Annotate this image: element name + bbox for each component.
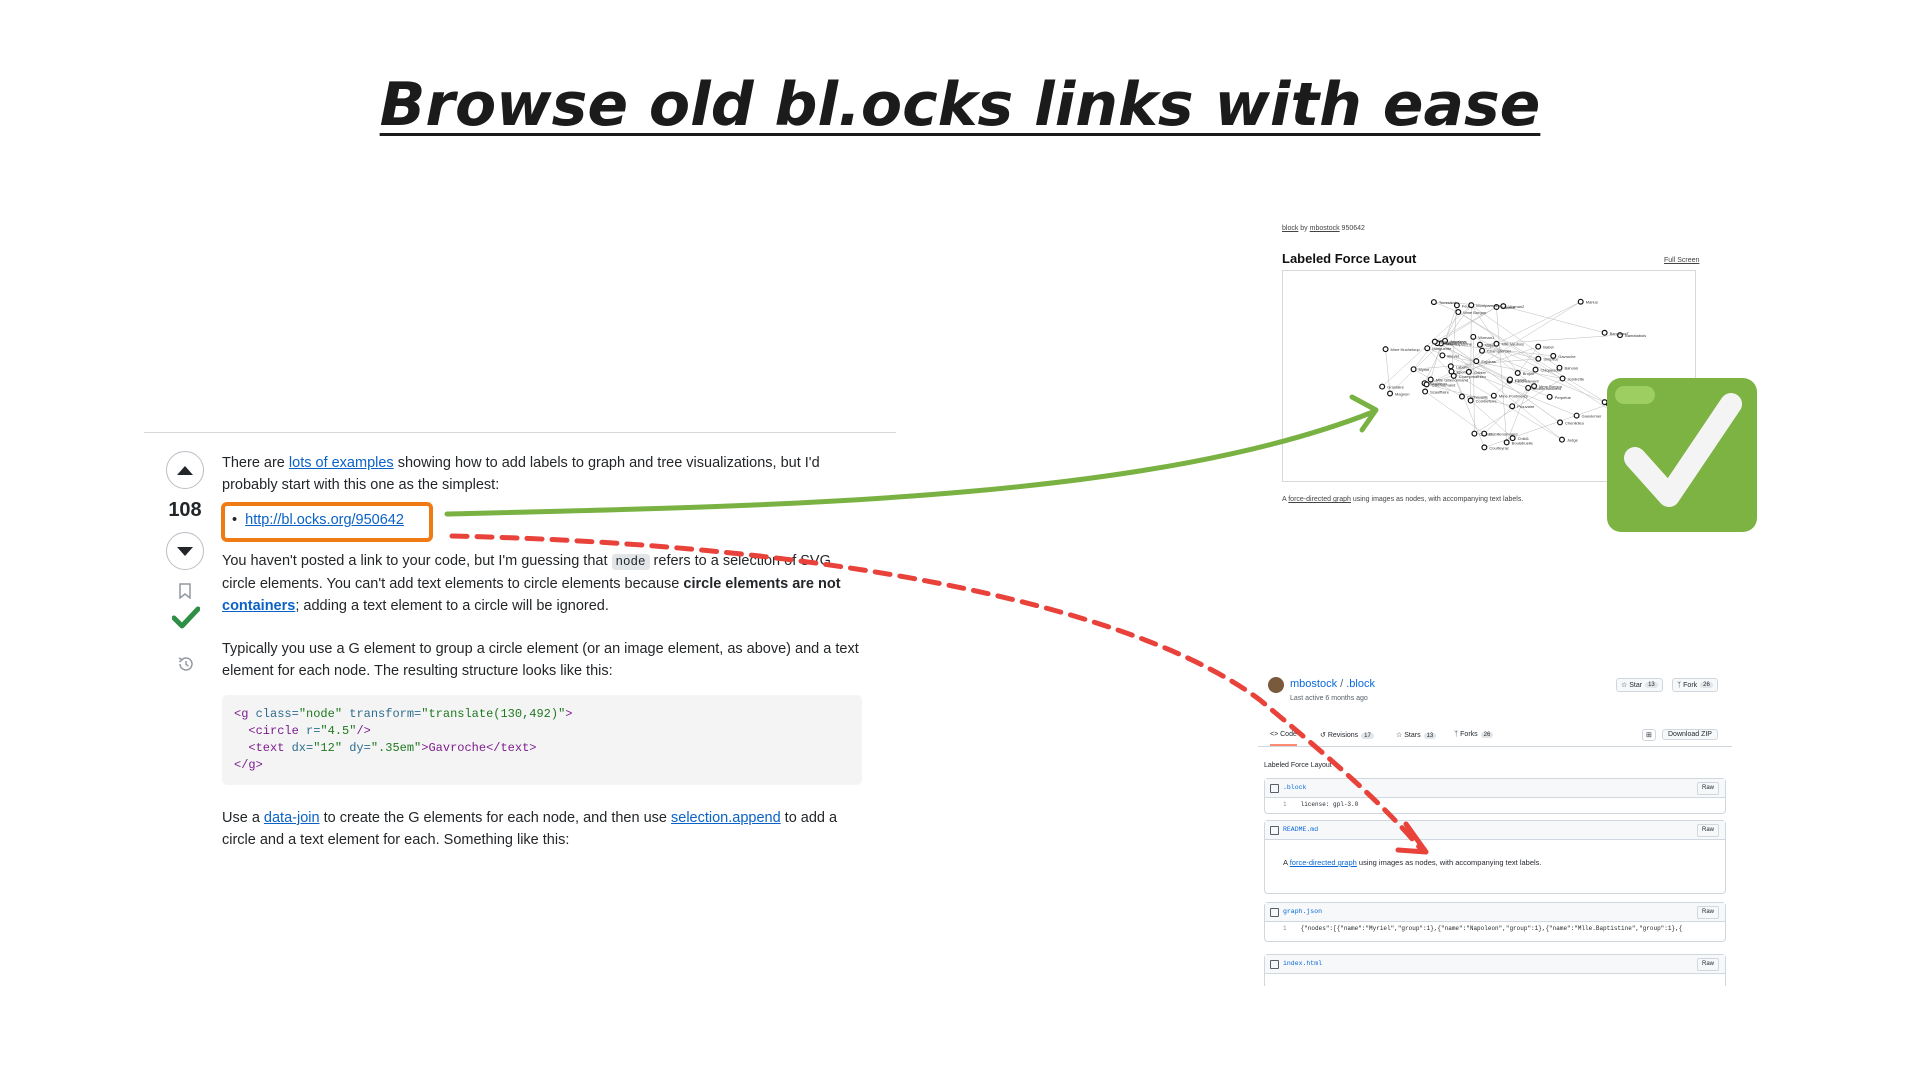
annotation-arrows	[444, 394, 1429, 855]
bad-arrow	[449, 533, 1423, 851]
good-arrow	[444, 409, 1376, 517]
